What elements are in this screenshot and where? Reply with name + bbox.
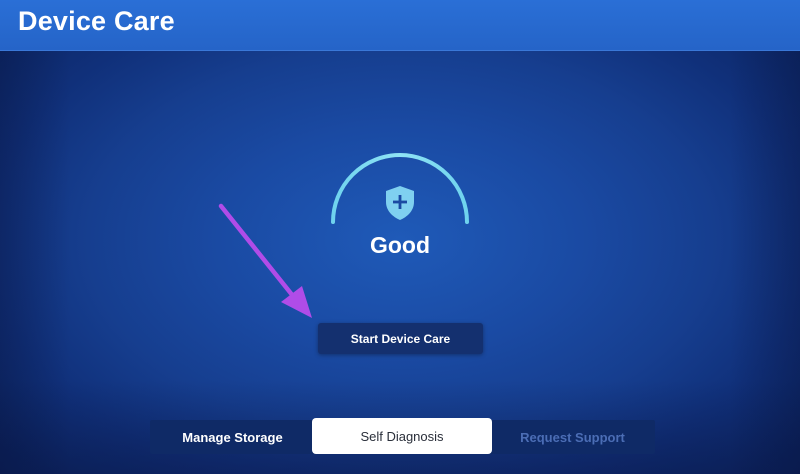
start-device-care-label: Start Device Care: [350, 331, 451, 346]
device-care-screen: Device Care Good Start Device Care Manag…: [0, 0, 800, 474]
page-title: Device Care: [18, 6, 175, 36]
tab-manage-storage[interactable]: Manage Storage: [150, 420, 315, 454]
device-status-label: Good: [369, 232, 431, 258]
bottom-tab-bar: Manage Storage Self Diagnosis Request Su…: [150, 418, 655, 454]
tab-self-diagnosis-label: Self Diagnosis: [360, 428, 444, 444]
shield-plus-icon: [386, 186, 414, 220]
tab-request-support[interactable]: Request Support: [490, 420, 655, 454]
tab-request-support-label: Request Support: [520, 429, 625, 445]
tab-manage-storage-label: Manage Storage: [182, 429, 283, 445]
title-bar: Device Care: [0, 0, 800, 51]
start-device-care-button[interactable]: Start Device Care: [318, 323, 483, 354]
tab-self-diagnosis[interactable]: Self Diagnosis: [312, 418, 492, 454]
